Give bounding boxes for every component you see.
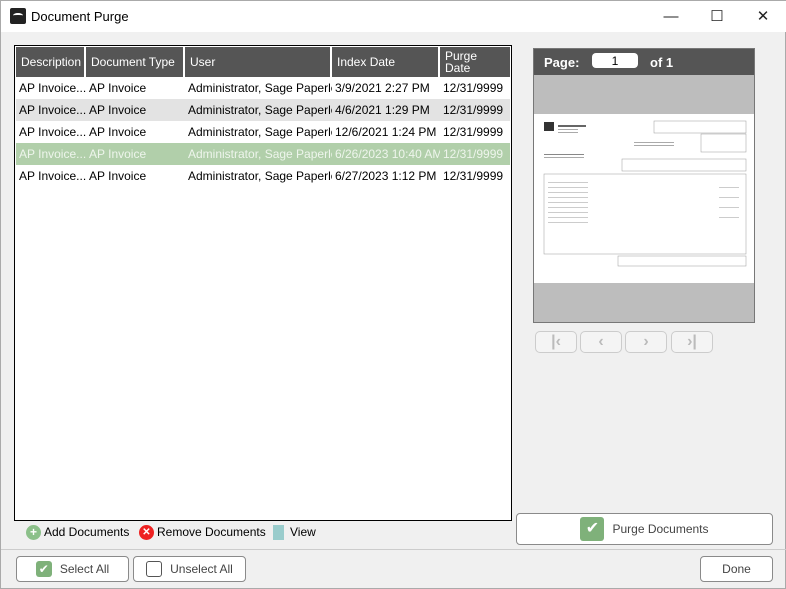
next-page-button[interactable]: › bbox=[625, 331, 667, 353]
column-header-purge-date[interactable]: Purge Date bbox=[440, 47, 510, 77]
done-button[interactable]: Done bbox=[700, 556, 773, 582]
table-cell: AP Invoice bbox=[89, 147, 147, 161]
invoice-page-thumbnail bbox=[534, 114, 754, 283]
remove-documents-label: Remove Documents bbox=[157, 525, 266, 539]
document-purge-window: Document Purge — ☐ ✕ Description Documen… bbox=[0, 0, 786, 589]
first-page-button[interactable]: |‹ bbox=[535, 331, 577, 353]
last-page-button[interactable]: ›| bbox=[671, 331, 713, 353]
view-button[interactable]: View bbox=[273, 523, 316, 541]
minimize-button[interactable]: — bbox=[648, 1, 694, 32]
table-cell: AP Invoice bbox=[89, 103, 147, 117]
select-all-label: Select All bbox=[59, 562, 110, 576]
table-cell: Administrator, Sage Paperless bbox=[188, 125, 332, 139]
window-title: Document Purge bbox=[31, 9, 129, 24]
add-documents-label: Add Documents bbox=[44, 525, 130, 539]
table-cell: AP Invoice... bbox=[19, 103, 86, 117]
purge-documents-button[interactable]: ✔ Purge Documents bbox=[516, 513, 773, 545]
documents-grid[interactable]: Description Document Type User Index Dat… bbox=[14, 45, 512, 521]
table-cell: AP Invoice... bbox=[19, 147, 86, 161]
close-button[interactable]: ✕ bbox=[740, 1, 786, 32]
unselect-all-button[interactable]: Unselect All bbox=[133, 556, 246, 582]
divider bbox=[1, 549, 786, 550]
select-all-button[interactable]: ✔ Select All bbox=[16, 556, 129, 582]
table-cell: AP Invoice... bbox=[19, 169, 86, 183]
table-row[interactable]: AP Invoice... AP Invoice Administrator, Sa… bbox=[16, 165, 510, 187]
page-number-input[interactable] bbox=[592, 53, 638, 68]
table-cell: 12/31/9999 bbox=[443, 81, 504, 95]
column-header-description[interactable]: Description bbox=[16, 47, 86, 77]
table-cell: 12/6/2021 1:24 PM bbox=[335, 125, 437, 139]
table-cell: Administrator, Sage Paperless bbox=[188, 81, 332, 95]
table-cell: Administrator, Sage Paperless bbox=[188, 147, 332, 161]
unselect-all-label: Unselect All bbox=[170, 562, 233, 576]
table-row[interactable]: AP Invoice... AP Invoice Administrator, Sa… bbox=[16, 99, 510, 121]
table-row[interactable]: AP Invoice... AP Invoice Administrator, Sa… bbox=[16, 77, 510, 99]
page-label: Page: bbox=[544, 55, 580, 70]
add-icon: + bbox=[26, 524, 41, 540]
app-logo-icon bbox=[10, 8, 26, 24]
table-cell: AP Invoice bbox=[89, 81, 147, 95]
table-cell: AP Invoice bbox=[89, 125, 147, 139]
table-cell: 12/31/9999 bbox=[443, 125, 504, 139]
title-bar: Document Purge — ☐ ✕ bbox=[1, 1, 786, 32]
table-cell: Administrator, Sage Paperless bbox=[188, 169, 332, 183]
previous-page-button[interactable]: ‹ bbox=[580, 331, 622, 353]
grid-header: Description Document Type User Index Dat… bbox=[16, 47, 510, 77]
table-row[interactable]: AP Invoice... AP Invoice Administrator, Sa… bbox=[16, 143, 510, 165]
remove-icon: ✕ bbox=[139, 524, 154, 540]
table-cell: 12/31/9999 bbox=[443, 147, 504, 161]
table-cell: 6/26/2023 10:40 AM bbox=[335, 147, 440, 161]
table-cell: Administrator, Sage Paperless bbox=[188, 103, 332, 117]
table-cell: AP Invoice bbox=[89, 169, 147, 183]
table-cell: 4/6/2021 1:29 PM bbox=[335, 103, 430, 117]
invoice-image bbox=[543, 120, 747, 267]
table-row[interactable]: AP Invoice... AP Invoice Administrator, Sa… bbox=[16, 121, 510, 143]
remove-documents-button[interactable]: ✕ Remove Documents bbox=[139, 523, 266, 541]
table-cell: 3/9/2021 2:27 PM bbox=[335, 81, 430, 95]
table-cell: 12/31/9999 bbox=[443, 103, 504, 117]
document-preview: Page: of 1 bbox=[533, 48, 755, 323]
preview-header: Page: of 1 bbox=[534, 49, 754, 75]
table-cell: AP Invoice... bbox=[19, 81, 86, 95]
purge-documents-label: Purge Documents bbox=[612, 522, 709, 536]
page-count: of 1 bbox=[650, 55, 674, 70]
unchecked-box-icon bbox=[146, 561, 163, 577]
column-header-index-date[interactable]: Index Date bbox=[332, 47, 440, 77]
table-cell: 6/27/2023 1:12 PM bbox=[335, 169, 437, 183]
checked-box-icon: ✔ bbox=[35, 561, 52, 577]
maximize-button[interactable]: ☐ bbox=[694, 1, 740, 32]
add-documents-button[interactable]: + Add Documents bbox=[26, 523, 129, 541]
column-header-user[interactable]: User bbox=[185, 47, 332, 77]
column-header-document-type[interactable]: Document Type bbox=[86, 47, 185, 77]
view-document-icon bbox=[273, 524, 284, 540]
view-label: View bbox=[290, 525, 316, 539]
table-cell: AP Invoice... bbox=[19, 125, 86, 139]
done-label: Done bbox=[722, 562, 751, 576]
checkmark-icon: ✔ bbox=[580, 517, 605, 541]
table-cell: 12/31/9999 bbox=[443, 169, 504, 183]
